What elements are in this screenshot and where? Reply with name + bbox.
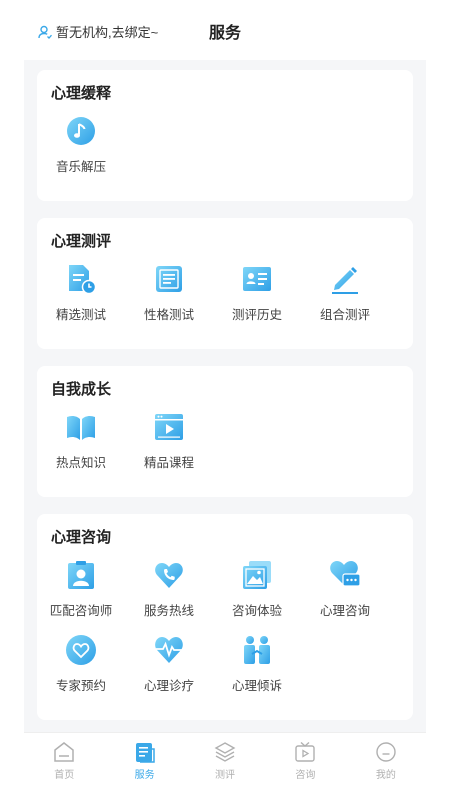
service-item-hot-knowledge[interactable]: 热点知识 <box>37 410 125 485</box>
service-item-music[interactable]: 音乐解压 <box>37 114 125 189</box>
top-header: 暂无机构,去绑定~ 服务 <box>24 0 426 60</box>
service-item-label: 匹配咨询师 <box>49 604 113 618</box>
service-item-label: 心理诊疗 <box>143 679 194 693</box>
service-item-label: 热点知识 <box>55 456 106 470</box>
tab-profile[interactable]: 我的 <box>346 733 426 800</box>
smile-icon <box>376 742 396 762</box>
pencil-icon <box>328 262 362 296</box>
section-title: 心理缓释 <box>51 85 112 102</box>
music-icon <box>64 114 98 148</box>
tab-label: 咨询 <box>295 770 316 781</box>
tab-consult[interactable]: 咨询 <box>265 733 345 800</box>
service-item-label: 精品课程 <box>143 456 194 470</box>
heartbeat-icon <box>152 633 186 667</box>
service-doc-icon <box>135 743 155 763</box>
tv-play-icon <box>295 741 316 762</box>
services-content: 心理缓释 音乐解压 心理测评 精选测试 性格测试 测评历史 组合测评 自我成长 … <box>37 70 413 784</box>
tab-label: 我的 <box>375 770 396 781</box>
tab-label: 首页 <box>54 770 75 781</box>
chat-heart-icon <box>328 558 362 592</box>
phone-heart-icon <box>152 558 186 592</box>
section-card-assessment: 心理测评 精选测试 性格测试 测评历史 组合测评 <box>37 218 413 349</box>
service-item-psych-counseling[interactable]: 心理咨询 <box>301 558 389 633</box>
layers-icon <box>214 742 236 762</box>
video-course-icon <box>152 410 186 444</box>
phone-screen: 暂无机构,去绑定~ 服务 心理缓释 音乐解压 心理测评 精选测试 性格测试 测评… <box>24 0 426 800</box>
section-card-growth: 自我成长 热点知识 精品课程 <box>37 366 413 497</box>
service-item-expert-appointment[interactable]: 专家预约 <box>37 633 125 708</box>
test-doc-icon <box>64 262 98 296</box>
heart-ring-icon <box>64 633 98 667</box>
service-item-label: 测评历史 <box>231 308 282 322</box>
bottom-tab-bar: 首页 服务 测评 咨询 我的 <box>24 732 426 800</box>
tab-home[interactable]: 首页 <box>24 733 104 800</box>
photo-stack-icon <box>240 558 274 592</box>
section-title: 心理咨询 <box>51 529 112 546</box>
service-item-diagnosis[interactable]: 心理诊疗 <box>125 633 213 708</box>
service-item-premium-courses[interactable]: 精品课程 <box>125 410 213 485</box>
counselor-icon <box>64 558 98 592</box>
service-item-label: 音乐解压 <box>55 160 106 174</box>
tab-label: 测评 <box>215 770 236 781</box>
home-icon <box>54 742 74 762</box>
personality-book-icon <box>152 262 186 296</box>
service-item-selected-tests[interactable]: 精选测试 <box>37 262 125 337</box>
section-card-relief: 心理缓释 音乐解压 <box>37 70 413 201</box>
history-card-icon <box>240 262 274 296</box>
service-item-counseling-experience[interactable]: 咨询体验 <box>213 558 301 633</box>
service-item-test-history[interactable]: 测评历史 <box>213 262 301 337</box>
tab-assessment[interactable]: 测评 <box>185 733 265 800</box>
service-item-hotline[interactable]: 服务热线 <box>125 558 213 633</box>
service-item-label: 专家预约 <box>55 679 106 693</box>
service-item-personality-test[interactable]: 性格测试 <box>125 262 213 337</box>
tab-label: 服务 <box>134 770 155 781</box>
service-item-label: 心理倾诉 <box>231 679 282 693</box>
service-item-label: 服务热线 <box>143 604 194 618</box>
service-item-label: 心理咨询 <box>319 604 370 618</box>
section-title: 自我成长 <box>51 381 112 398</box>
tab-services[interactable]: 服务 <box>104 733 184 800</box>
service-item-combined-test[interactable]: 组合测评 <box>301 262 389 337</box>
service-item-match-counselor[interactable]: 匹配咨询师 <box>37 558 125 633</box>
two-people-icon <box>240 633 274 667</box>
section-title: 心理测评 <box>51 233 112 250</box>
section-card-counseling: 心理咨询 匹配咨询师 服务热线 咨询体验 心理咨询 专家预约 心理诊疗 心理倾诉 <box>37 514 413 720</box>
service-item-label: 组合测评 <box>319 308 370 322</box>
service-item-label: 咨询体验 <box>231 604 282 618</box>
service-item-label: 性格测试 <box>143 308 194 322</box>
service-item-label: 精选测试 <box>55 308 106 322</box>
open-book-icon <box>64 410 98 444</box>
page-title: 服务 <box>208 25 241 42</box>
service-item-confide[interactable]: 心理倾诉 <box>213 633 301 708</box>
